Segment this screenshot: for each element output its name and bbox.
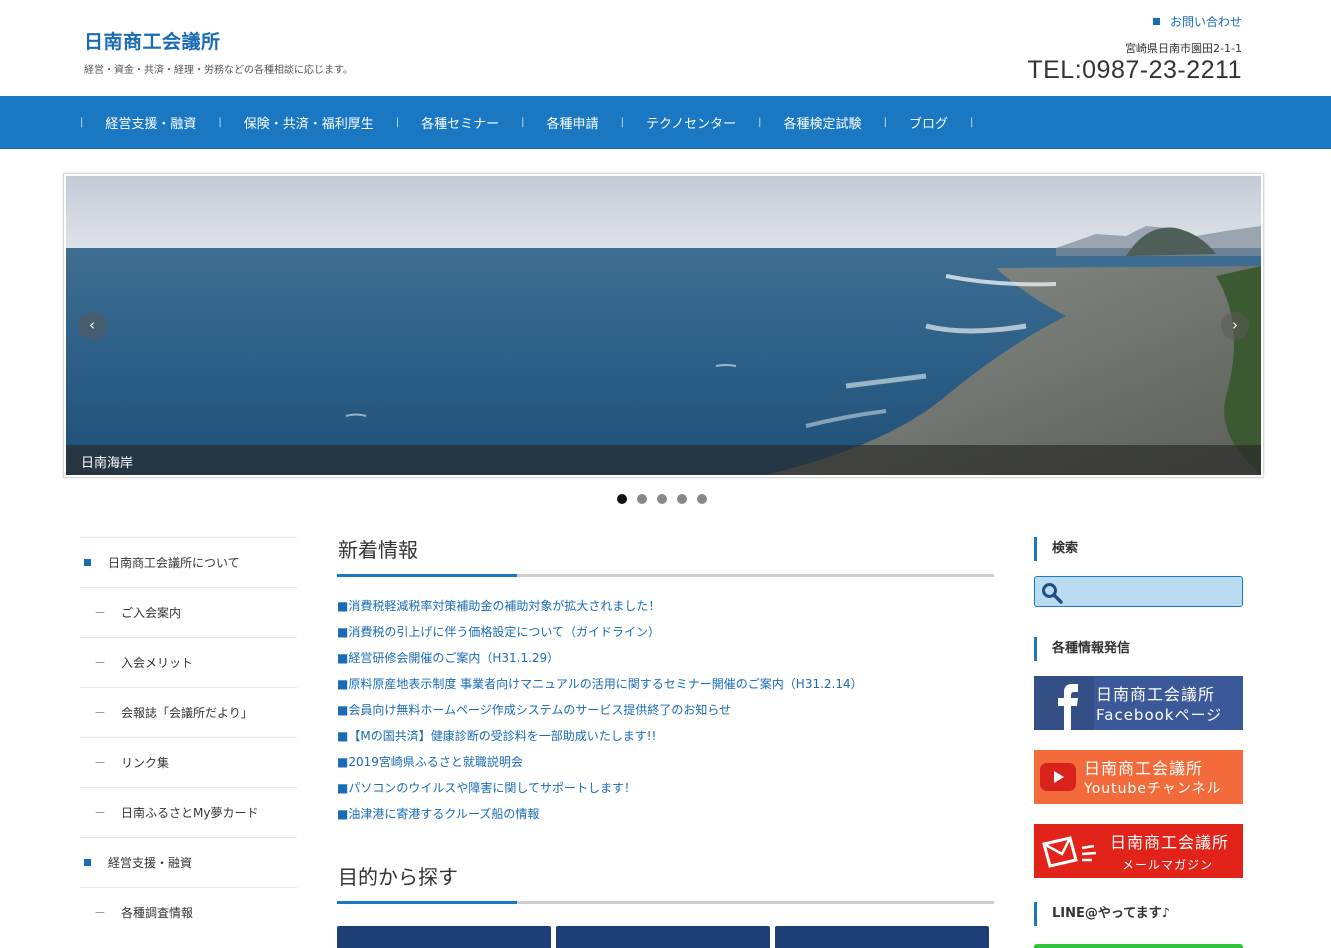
- search-widget-title: 検索: [1034, 537, 1244, 561]
- mail-banner-title: 日南商工会議所: [1110, 833, 1230, 852]
- nav-item-blog[interactable]: ブログ: [887, 113, 970, 132]
- slider-prev-button[interactable]: ‹: [78, 312, 106, 340]
- main-content: 新着情報 ■消費税軽減税率対策補助金の補助対象が拡大されました！ ■消費税の引上…: [337, 536, 994, 948]
- sidebar-item-merits[interactable]: － 入会メリット: [80, 637, 297, 687]
- nav-item-support[interactable]: 経営支援・融資: [83, 113, 218, 132]
- slide-caption-bar: 日南海岸: [66, 445, 1261, 475]
- slider-pagination: [617, 494, 717, 504]
- sidebar-item-bulletin[interactable]: － 会報誌「会議所だより」: [80, 687, 297, 737]
- sidebar-item-label: 入会メリット: [121, 656, 194, 670]
- search-box: [1034, 576, 1243, 607]
- square-bullet-icon: [1152, 18, 1160, 25]
- sidebar-menu: 日南商工会議所について －ご入会案内 －入会メリット －会報誌「会議所だより」 …: [80, 537, 297, 937]
- sidebar-item-label: 各種調査情報: [121, 906, 194, 920]
- youtube-banner-title: 日南商工会議所: [1084, 759, 1204, 778]
- news-item[interactable]: ■会員向け無料ホームページ作成システムのサービス提供終了のお知らせ: [337, 701, 994, 727]
- line-widget-title: LINE@やってます♪: [1034, 902, 1244, 926]
- slider-dot[interactable]: [697, 494, 707, 504]
- search-input[interactable]: [1065, 581, 1235, 602]
- news-item[interactable]: ■消費税軽減税率対策補助金の補助対象が拡大されました！: [337, 597, 994, 623]
- slide-caption: 日南海岸: [81, 456, 134, 471]
- nav-item-applications[interactable]: 各種申請: [525, 113, 621, 132]
- contact-link-label: お問い合わせ: [1169, 15, 1242, 29]
- news-item[interactable]: ■消費税の引上げに伴う価格設定について（ガイドライン）: [337, 623, 994, 649]
- square-bullet-icon: [84, 859, 91, 866]
- slide-image: 日南海岸 ‹ ›: [66, 176, 1261, 475]
- mail-banner-subtitle: メールマガジン: [1122, 858, 1214, 872]
- slider-dot[interactable]: [617, 494, 627, 504]
- contact-link[interactable]: お問い合わせ: [1152, 13, 1242, 30]
- address: 宮崎県日南市園田2-1-1: [1125, 42, 1242, 55]
- sidebar-item-dream-card[interactable]: － 日南ふるさとMy夢カード: [80, 787, 297, 837]
- sidebar-item-label: 日南ふるさとMy夢カード: [121, 806, 259, 820]
- sidebar-item-support[interactable]: 経営支援・融資: [80, 837, 297, 887]
- facebook-icon: [1034, 676, 1094, 730]
- purpose-section-title: 目的から探す: [338, 865, 458, 889]
- sidebar-item-label: ご入会案内: [121, 606, 182, 620]
- mail-magazine-banner[interactable]: 日南商工会議所 メールマガジン: [1034, 824, 1243, 878]
- news-item[interactable]: ■パソコンのウイルスや障害に関してサポートします！: [337, 779, 994, 805]
- section-divider: [337, 901, 994, 904]
- site-description: 経営・資金・共済・経理・労務などの各種相談に応じます。: [84, 65, 353, 76]
- purpose-button[interactable]: [556, 926, 770, 948]
- purpose-button[interactable]: [337, 926, 551, 948]
- nav-item-exams[interactable]: 各種検定試験: [762, 113, 884, 132]
- youtube-banner-subtitle: Youtubeチャンネル: [1084, 781, 1222, 797]
- sidebar-item-links[interactable]: － リンク集: [80, 737, 297, 787]
- site-title[interactable]: 日南商工会議所: [84, 27, 221, 54]
- purpose-buttons: [337, 926, 994, 948]
- site-header: 日南商工会議所 経営・資金・共済・経理・労務などの各種相談に応じます。 お問い合…: [0, 0, 1331, 96]
- phone-number: TEL:0987-23-2211: [1027, 56, 1242, 84]
- facebook-banner[interactable]: 日南商工会議所 Facebookページ: [1034, 676, 1243, 730]
- slider-dot[interactable]: [677, 494, 687, 504]
- mail-icon: [1042, 836, 1097, 868]
- slider-next-button[interactable]: ›: [1221, 312, 1249, 340]
- info-widget-title: 各種情報発信: [1034, 637, 1244, 661]
- chevron-left-icon: ‹: [89, 316, 95, 334]
- news-item[interactable]: ■【Mの国共済】健康診断の受診料を一部助成いたします!!: [337, 727, 994, 753]
- right-sidebar: 検索 各種情報発信 日南商工会議所 Facebookページ 日南商工会議所 Yo…: [1034, 537, 1244, 948]
- sidebar-item-surveys[interactable]: － 各種調査情報: [80, 887, 297, 937]
- facebook-banner-subtitle: Facebookページ: [1096, 706, 1223, 724]
- sidebar-item-membership[interactable]: － ご入会案内: [80, 587, 297, 637]
- dash-bullet-icon: －: [94, 906, 107, 920]
- youtube-banner[interactable]: 日南商工会議所 Youtubeチャンネル: [1034, 750, 1243, 804]
- purpose-button[interactable]: [775, 926, 989, 948]
- dash-bullet-icon: －: [94, 606, 107, 620]
- chevron-right-icon: ›: [1232, 316, 1238, 334]
- nav-separator: |: [969, 117, 974, 128]
- nav-item-insurance[interactable]: 保険・共済・福利厚生: [222, 113, 396, 132]
- sidebar-item-label: 会報誌「会議所だより」: [121, 706, 253, 720]
- section-divider: [337, 574, 994, 577]
- slider-dot[interactable]: [637, 494, 647, 504]
- facebook-banner-title: 日南商工会議所: [1096, 685, 1216, 704]
- news-item[interactable]: ■経営研修会開催のご案内（H31.1.29）: [337, 649, 994, 675]
- news-item[interactable]: ■2019宮崎県ふるさと就職説明会: [337, 753, 994, 779]
- dash-bullet-icon: －: [94, 706, 107, 720]
- search-icon[interactable]: [1041, 582, 1063, 608]
- main-navigation: | 経営支援・融資 | 保険・共済・福利厚生 | 各種セミナー | 各種申請 |…: [0, 96, 1331, 149]
- nav-item-seminars[interactable]: 各種セミナー: [399, 113, 521, 132]
- news-section-title: 新着情報: [338, 538, 418, 562]
- dash-bullet-icon: －: [94, 756, 107, 770]
- news-item[interactable]: ■原料原産地表示制度 事業者向けマニュアルの活用に関するセミナー開催のご案内（H…: [337, 675, 994, 701]
- news-list: ■消費税軽減税率対策補助金の補助対象が拡大されました！ ■消費税の引上げに伴う価…: [337, 597, 994, 831]
- sidebar-item-about[interactable]: 日南商工会議所について: [80, 537, 297, 587]
- square-bullet-icon: [84, 559, 91, 566]
- news-item[interactable]: ■油津港に寄港するクルーズ船の情報: [337, 805, 994, 831]
- image-slider: 日南海岸 ‹ ›: [63, 173, 1264, 478]
- sidebar-item-label: 経営支援・融資: [108, 856, 193, 870]
- slider-dot[interactable]: [657, 494, 667, 504]
- line-banner[interactable]: [1034, 944, 1243, 948]
- sidebar-item-label: 日南商工会議所について: [108, 556, 240, 570]
- dash-bullet-icon: －: [94, 656, 107, 670]
- sidebar-item-label: リンク集: [121, 756, 170, 770]
- nav-item-techno-center[interactable]: テクノセンター: [624, 113, 758, 132]
- dash-bullet-icon: －: [94, 806, 107, 820]
- youtube-icon: [1040, 763, 1076, 791]
